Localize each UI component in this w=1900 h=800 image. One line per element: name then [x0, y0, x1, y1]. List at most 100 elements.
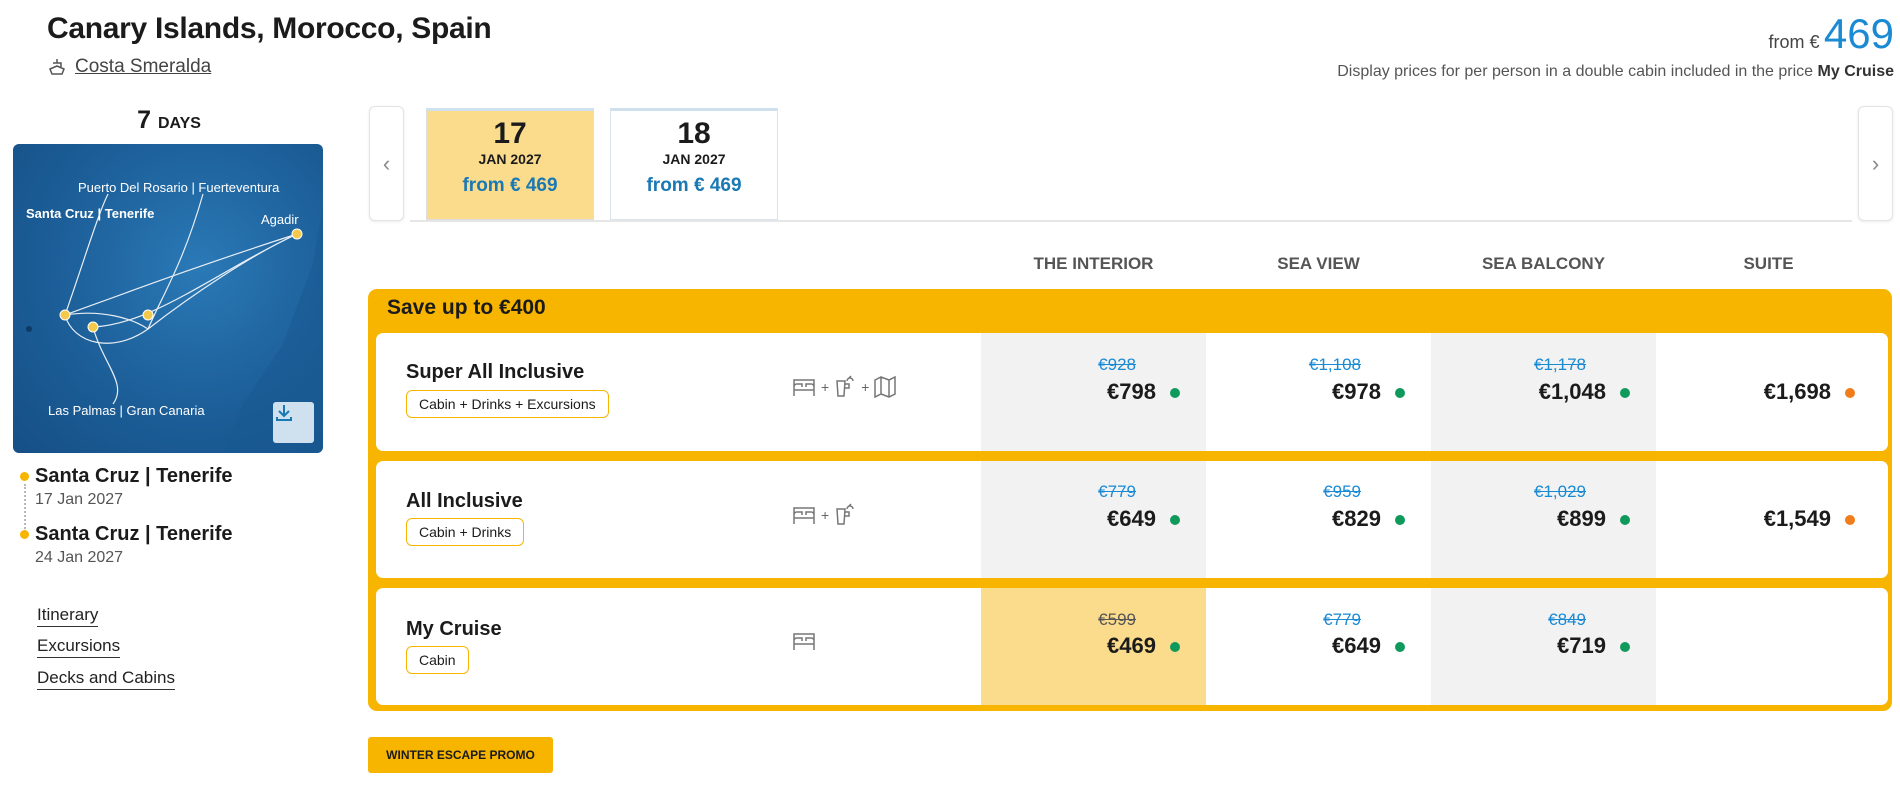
- availability-dot: [1395, 642, 1405, 652]
- old-price: €1,108: [1309, 355, 1361, 374]
- current-price: €1,549: [1763, 506, 1831, 531]
- port-date: 17 Jan 2027: [35, 491, 124, 508]
- cruise-title: Canary Islands, Morocco, Spain: [47, 12, 492, 45]
- download-icon: [276, 405, 292, 421]
- package-row-super-all-inclusive: €928 €798 €1,108 €978 €1,178 €1,048 €1,6…: [376, 333, 1888, 451]
- itinerary-connector: [24, 484, 26, 532]
- map-icon: [874, 375, 897, 399]
- route-map[interactable]: Puerto Del Rosario | Fuerteventura Santa…: [13, 144, 323, 453]
- port-name: Santa Cruz | Tenerife: [35, 523, 233, 545]
- availability-dot: [1620, 515, 1630, 525]
- column-header-suite: SUITE: [1743, 254, 1794, 273]
- download-map-button[interactable]: [273, 402, 314, 443]
- ship-name[interactable]: Costa Smeralda: [75, 56, 211, 78]
- price-cell-interior-selected[interactable]: €599 €469: [981, 588, 1206, 705]
- bed-icon: [793, 507, 815, 524]
- availability-dot: [1395, 515, 1405, 525]
- old-price: €959: [1323, 482, 1361, 501]
- map-label-agadir: Agadir: [261, 212, 299, 227]
- availability-dot: [1845, 388, 1855, 398]
- save-banner: Save up to €400: [387, 296, 546, 319]
- price-cell-sea-view[interactable]: €779 €649: [1206, 588, 1431, 705]
- from-price: from € 469: [1768, 10, 1894, 58]
- date-card-selected[interactable]: 17 JAN 2027 from € 469: [426, 108, 594, 220]
- old-price: €928: [1098, 355, 1136, 374]
- prev-date-button[interactable]: ‹: [369, 106, 404, 221]
- package-icons: +: [791, 503, 857, 527]
- old-price: €1,178: [1534, 355, 1586, 374]
- availability-dot: [1395, 388, 1405, 398]
- link-excursions[interactable]: Excursions: [37, 636, 121, 658]
- availability-dot: [1620, 642, 1630, 652]
- date-card[interactable]: 18 JAN 2027 from € 469: [610, 108, 778, 220]
- date-from-price: from € 469: [646, 175, 742, 196]
- drink-icon: [836, 375, 854, 397]
- date-month-year: JAN 2027: [478, 151, 542, 167]
- current-price: €978: [1332, 379, 1381, 404]
- old-price: €599: [1098, 610, 1136, 629]
- availability-dot: [1170, 388, 1180, 398]
- price-cell-sea-balcony[interactable]: €1,178 €1,048: [1431, 333, 1656, 451]
- package-icons: [791, 630, 817, 652]
- price-cell-sea-view[interactable]: €1,108 €978: [1206, 333, 1431, 451]
- price-note-text: Display prices for per person in a doubl…: [1337, 63, 1814, 80]
- column-header-sea-balcony: SEA BALCONY: [1481, 254, 1606, 273]
- price-cell-interior[interactable]: €779 €649: [981, 461, 1206, 578]
- price-cell-suite[interactable]: €1,698: [1656, 333, 1881, 451]
- link-decks-cabins[interactable]: Decks and Cabins: [37, 668, 175, 690]
- from-price-value: 469: [1823, 10, 1894, 57]
- winter-escape-promo-button[interactable]: WINTER ESCAPE PROMO: [368, 737, 553, 773]
- current-price: €1,698: [1763, 379, 1831, 404]
- duration: 7 DAYS: [14, 106, 324, 135]
- current-price: €469: [1107, 633, 1156, 658]
- old-price: €1,029: [1534, 482, 1586, 501]
- port-marker: [20, 530, 29, 539]
- old-price: €779: [1323, 610, 1361, 629]
- duration-number: 7: [137, 106, 151, 134]
- current-price: €1,048: [1538, 379, 1606, 404]
- map-label-puerto: Puerto Del Rosario | Fuerteventura: [78, 180, 280, 195]
- package-row-all-inclusive: €779 €649 €959 €829 €1,029 €899 €1,549 A…: [376, 461, 1888, 578]
- current-price: €649: [1107, 506, 1156, 531]
- current-price: €649: [1332, 633, 1381, 658]
- link-itinerary[interactable]: Itinerary: [37, 605, 99, 627]
- port-marker: [20, 472, 29, 481]
- column-header-sea-view: SEA VIEW: [1277, 254, 1360, 273]
- package-name: Super All Inclusive: [406, 361, 585, 383]
- price-cell-suite-empty: [1656, 588, 1881, 705]
- price-note-package: My Cruise: [1817, 63, 1894, 80]
- date-from-price: from € 469: [462, 175, 558, 196]
- price-cell-sea-balcony[interactable]: €849 €719: [1431, 588, 1656, 705]
- date-day: 17: [493, 117, 527, 150]
- package-badge: Cabin + Drinks + Excursions: [406, 390, 609, 418]
- bed-icon: [793, 379, 815, 396]
- package-row-my-cruise: €599 €469 €779 €649 €849 €719 My Cruise …: [376, 588, 1888, 705]
- map-label-santa-cruz: Santa Cruz | Tenerife: [26, 206, 155, 221]
- ship-link[interactable]: Costa Smeralda: [47, 56, 211, 78]
- ship-icon: [49, 59, 65, 75]
- date-carousel-baseline: [410, 220, 1852, 222]
- package-badge: Cabin + Drinks: [406, 518, 525, 546]
- package-name: My Cruise: [406, 618, 502, 640]
- next-date-button[interactable]: ›: [1858, 106, 1893, 221]
- package-name: All Inclusive: [406, 490, 523, 512]
- duration-label: DAYS: [157, 115, 201, 132]
- current-price: €899: [1557, 506, 1606, 531]
- package-icons: + +: [791, 375, 897, 399]
- map-label-las-palmas: Las Palmas | Gran Canaria: [48, 403, 205, 418]
- availability-dot: [1845, 515, 1855, 525]
- price-cell-sea-balcony[interactable]: €1,029 €899: [1431, 461, 1656, 578]
- chevron-left-icon: ‹: [382, 150, 391, 176]
- column-header-interior: THE INTERIOR: [1033, 254, 1154, 273]
- current-price: €719: [1557, 633, 1606, 658]
- price-cell-interior[interactable]: €928 €798: [981, 333, 1206, 451]
- port-date: 24 Jan 2027: [35, 549, 124, 566]
- package-badge: Cabin: [406, 646, 469, 674]
- price-cell-suite[interactable]: €1,549: [1656, 461, 1881, 578]
- date-month-year: JAN 2027: [662, 151, 726, 167]
- bed-icon: [793, 633, 815, 650]
- chevron-right-icon: ›: [1871, 150, 1880, 176]
- old-price: €849: [1548, 610, 1586, 629]
- price-cell-sea-view[interactable]: €959 €829: [1206, 461, 1431, 578]
- port-name: Santa Cruz | Tenerife: [35, 465, 233, 487]
